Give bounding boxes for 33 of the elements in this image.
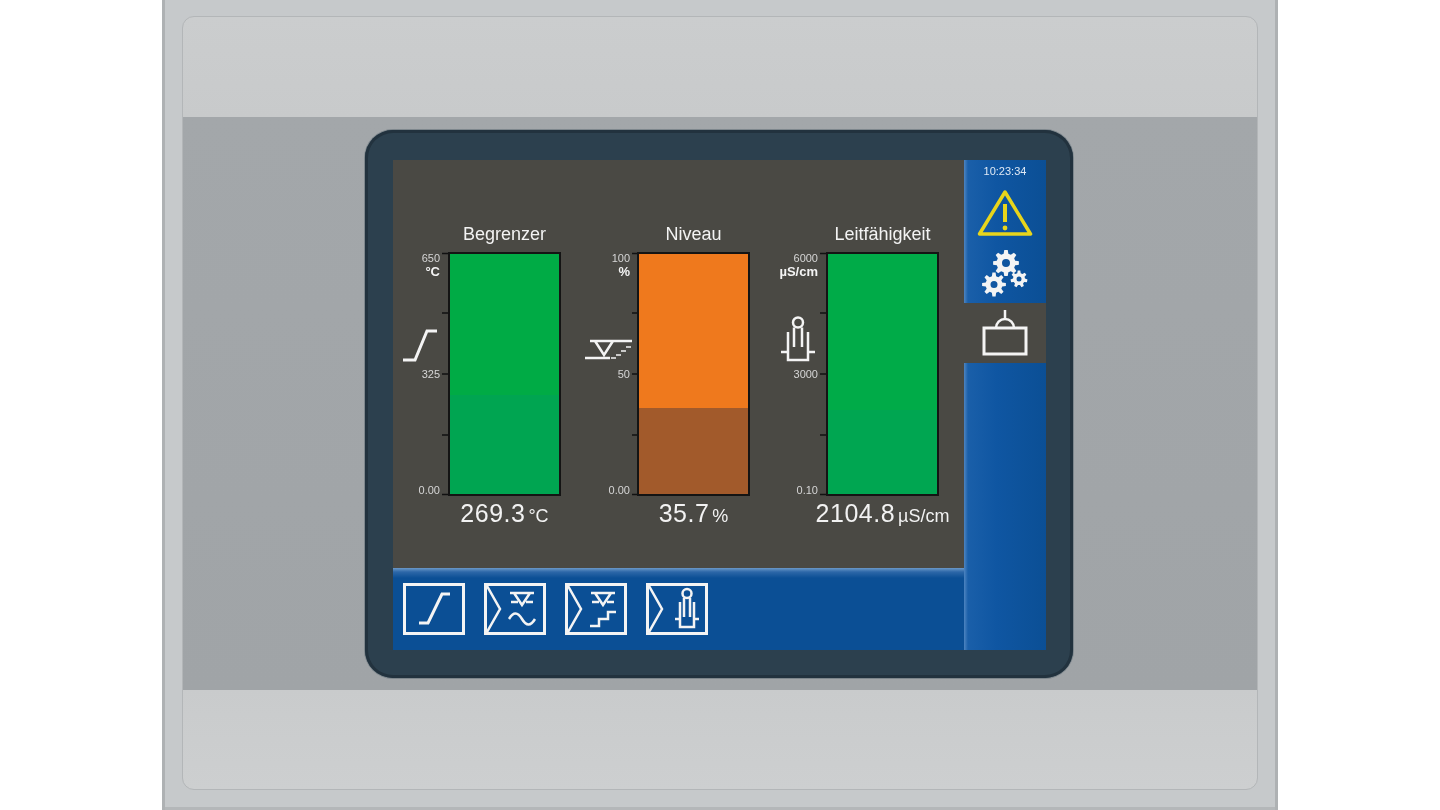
meter-value: 269.3 [460, 499, 526, 527]
meter-unit: % [712, 506, 729, 526]
box-handle-icon [982, 310, 1028, 356]
scale-label: 325 [421, 368, 440, 380]
nav-button[interactable] [565, 583, 627, 635]
scale-unit: µS/cm [779, 264, 818, 279]
nav-button[interactable] [646, 583, 708, 635]
meter-unit: °C [528, 506, 549, 526]
scale-label: 6000 [793, 252, 818, 264]
warning-icon [977, 189, 1033, 237]
meter-title: Begrenzer [462, 224, 547, 244]
scale-label: 650 [421, 252, 440, 264]
meter-title: Leitfähigkeit [834, 224, 931, 244]
water-level-icon [585, 337, 632, 362]
scale-label: 0.10 [796, 484, 818, 496]
sidebar-tab[interactable] [964, 303, 1046, 363]
scale-label: 3000 [793, 368, 818, 380]
meter-title: Niveau [665, 224, 722, 244]
scale-label: 100 [611, 252, 630, 264]
meter-unit: µS/cm [898, 506, 950, 526]
settings-icon [982, 249, 1028, 297]
meter-value: 2104.8 [815, 499, 896, 527]
nav-button[interactable] [403, 583, 465, 635]
ramp-icon [403, 329, 437, 362]
nav-button[interactable] [484, 583, 546, 635]
meter-value: 35.7 [658, 499, 710, 527]
scale-unit: % [618, 264, 630, 279]
scale-unit: °C [425, 264, 440, 279]
scale-label: 0.00 [418, 484, 440, 496]
scale-label: 50 [617, 368, 630, 380]
scale-label: 0.00 [608, 484, 630, 496]
sensor-icon [781, 316, 815, 362]
clock-time: 10:23:34 [983, 165, 1027, 178]
